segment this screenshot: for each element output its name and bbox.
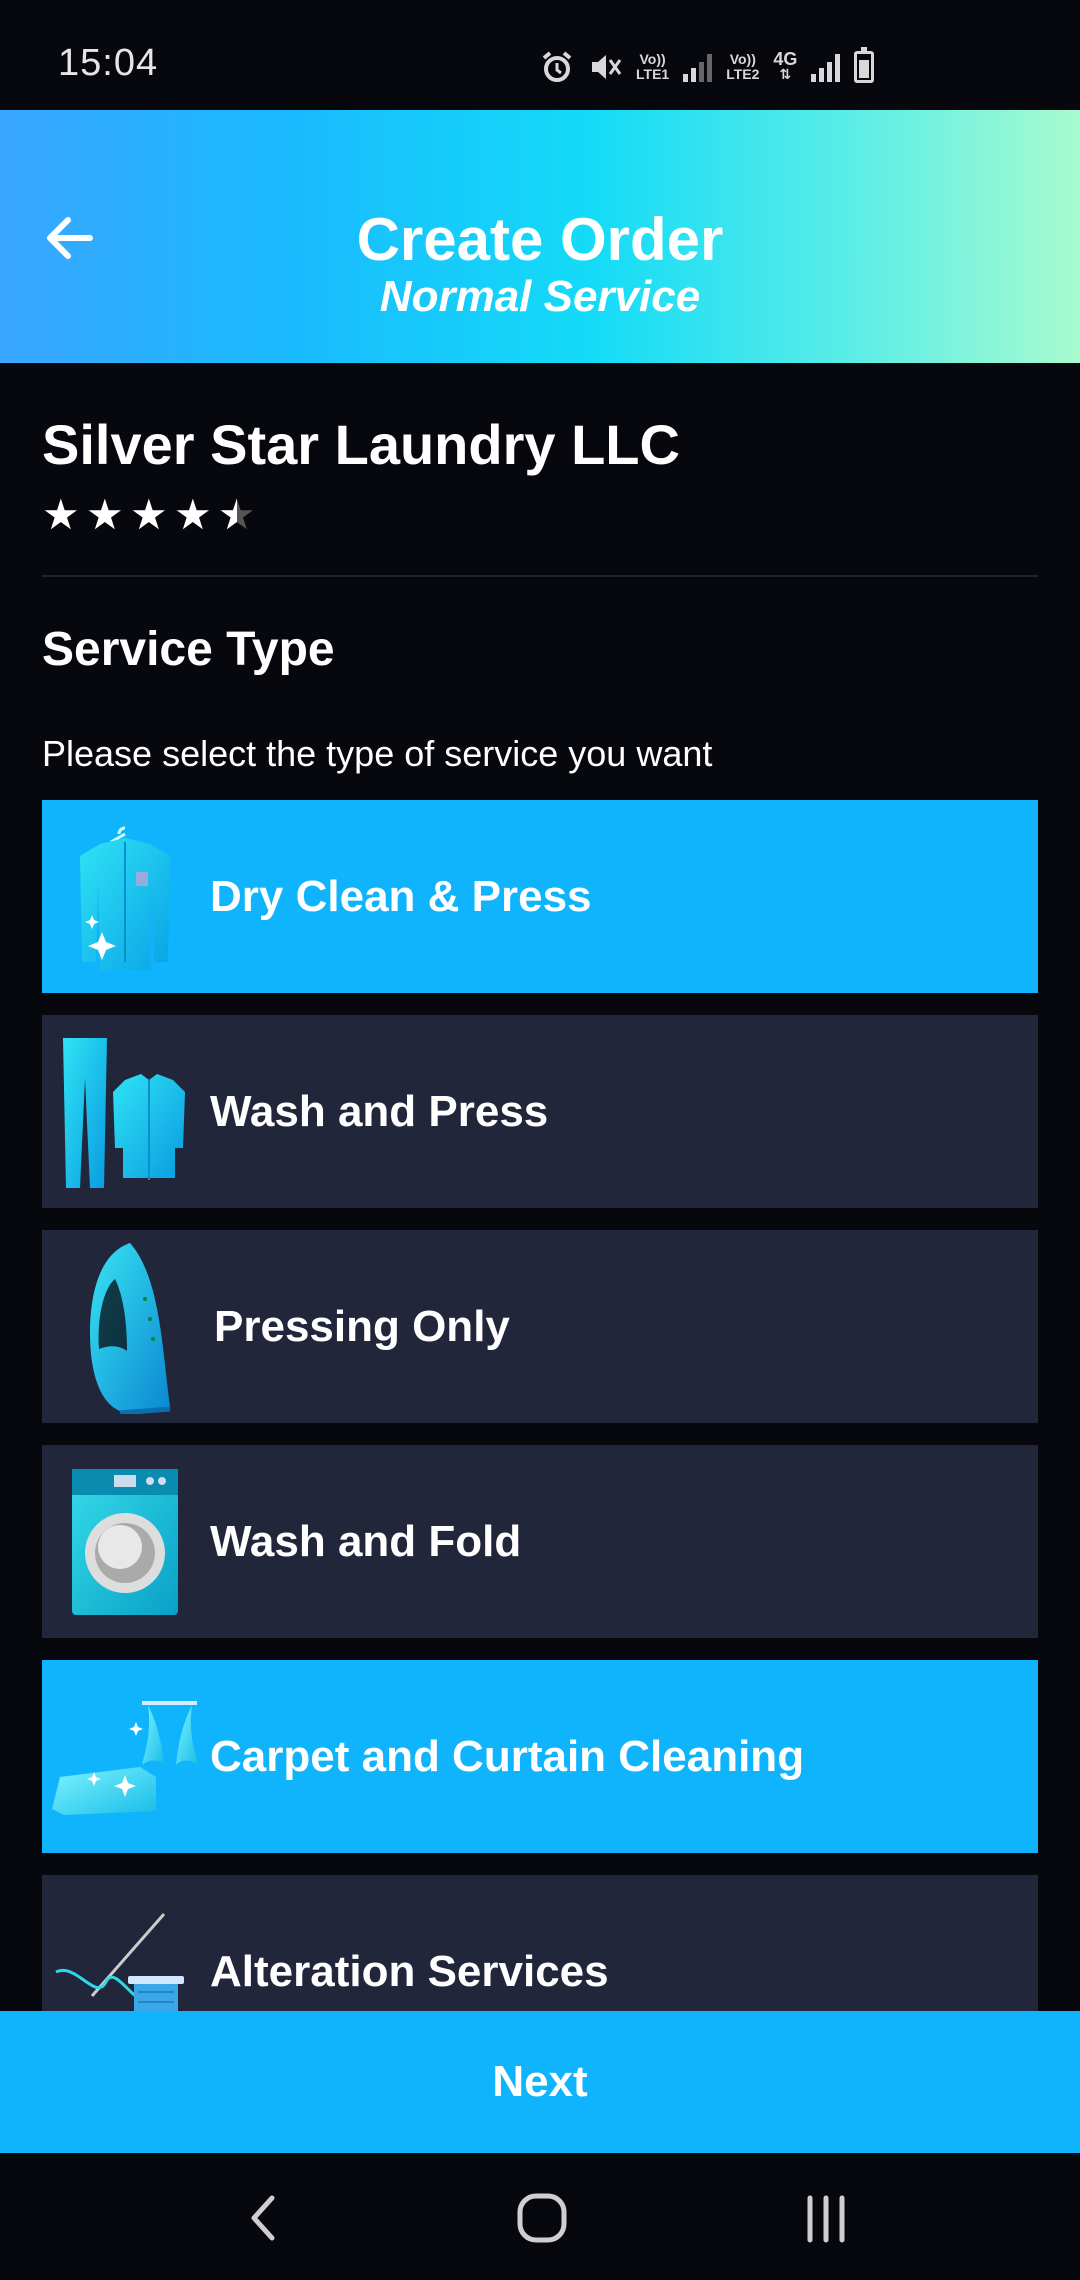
- sim2-label: Vo)) LTE2: [726, 52, 759, 82]
- sim2-volte: Vo)): [729, 51, 756, 67]
- service-item-dry-clean[interactable]: Dry Clean & Press: [42, 800, 1038, 993]
- sim2-lte: LTE2: [726, 66, 760, 82]
- service-item-wash-fold[interactable]: Wash and Fold: [42, 1445, 1038, 1638]
- data-arrows-icon: ⇅: [779, 66, 792, 82]
- shirt-icon: [52, 807, 197, 987]
- star-icon: ★: [130, 491, 168, 538]
- section-subtitle: Please select the type of service you wa…: [42, 733, 713, 774]
- page-title: Create Order: [356, 206, 724, 273]
- header-bar: Create Order Normal Service: [0, 110, 1080, 363]
- divider: [42, 575, 1038, 577]
- pants-shirt-icon: [52, 1022, 197, 1202]
- washing-machine-icon: [52, 1452, 197, 1632]
- mute-icon: [592, 55, 622, 79]
- iron-icon: [52, 1237, 197, 1417]
- alarm-icon: [542, 51, 572, 82]
- signal-bars-2-icon: [811, 52, 841, 82]
- home-circle-icon: [517, 2193, 567, 2243]
- network-type: 4G ⇅: [773, 49, 798, 82]
- service-label: Carpet and Curtain Cleaning: [210, 1731, 805, 1781]
- half-star-icon: ★: [218, 490, 256, 539]
- page-subtitle: Normal Service: [379, 272, 701, 321]
- status-time: 15:04: [58, 42, 159, 84]
- nav-home-button[interactable]: [502, 2183, 582, 2253]
- shop-rating: ★ ★ ★ ★ ★: [42, 490, 256, 539]
- service-item-pressing[interactable]: Pressing Only: [42, 1230, 1038, 1423]
- nav-recents-button[interactable]: [786, 2183, 866, 2253]
- sim1-label: Vo)) LTE1: [636, 52, 669, 82]
- shop-name: Silver Star Laundry LLC: [42, 413, 680, 476]
- battery-icon: [854, 47, 875, 83]
- service-label: Wash and Press: [210, 1086, 549, 1136]
- star-icon: ★: [42, 491, 80, 538]
- network-label: 4G: [773, 49, 798, 69]
- system-nav-bar: [0, 2153, 1080, 2280]
- signal-bars-1-icon: [683, 52, 713, 82]
- service-label: Wash and Fold: [210, 1516, 522, 1566]
- service-item-carpet-curtain[interactable]: Carpet and Curtain Cleaning: [42, 1660, 1038, 1853]
- star-icon: ★: [86, 491, 124, 538]
- service-item-wash-press[interactable]: Wash and Press: [42, 1015, 1038, 1208]
- sim1-lte: LTE1: [636, 66, 670, 82]
- status-icons: Vo)) LTE1 Vo)) LTE2 4G ⇅: [540, 46, 875, 88]
- sim1-volte: Vo)): [639, 51, 666, 67]
- nav-back-button[interactable]: [222, 2183, 302, 2253]
- service-label: Alteration Services: [210, 1946, 609, 1996]
- chevron-left-icon: [251, 2195, 275, 2241]
- carpet-curtain-icon: [52, 1667, 197, 1847]
- star-icon: ★: [174, 491, 212, 538]
- section-title: Service Type: [42, 623, 335, 676]
- next-button[interactable]: Next: [0, 2011, 1080, 2153]
- recent-apps-icon: [807, 2195, 845, 2243]
- service-label: Pressing Only: [214, 1301, 510, 1351]
- service-label: Dry Clean & Press: [210, 871, 592, 921]
- status-bar: 15:04 Vo)) LTE1 Vo)) LTE2 4G ⇅: [0, 0, 1080, 110]
